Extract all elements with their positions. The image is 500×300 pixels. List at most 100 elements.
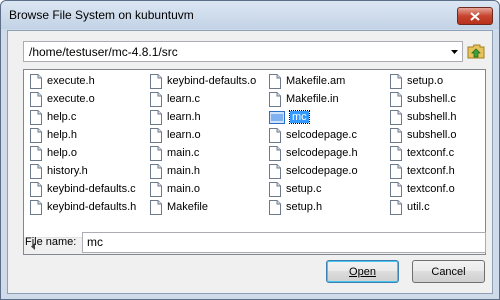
file-icon bbox=[390, 163, 402, 179]
file-name: main.c bbox=[167, 147, 200, 159]
file-item[interactable]: textconf.c bbox=[390, 144, 459, 162]
file-column: execute.h execute.o help.c help.h help.o hist… bbox=[30, 72, 138, 216]
window-title: Browse File System on kubuntuvm bbox=[9, 8, 194, 22]
file-item[interactable]: main.c bbox=[150, 144, 258, 162]
file-icon bbox=[269, 163, 281, 179]
file-name: keybind-defaults.c bbox=[47, 183, 136, 195]
file-item[interactable]: main.h bbox=[150, 162, 258, 180]
file-item[interactable]: Makefile bbox=[150, 198, 258, 216]
file-item-selected[interactable]: mc bbox=[269, 108, 360, 126]
file-icon bbox=[150, 73, 162, 89]
file-item[interactable]: help.h bbox=[30, 126, 138, 144]
file-item[interactable]: setup.h bbox=[269, 198, 360, 216]
file-item[interactable]: setup.o bbox=[390, 72, 459, 90]
file-item[interactable]: selcodepage.c bbox=[269, 126, 360, 144]
file-item[interactable]: subshell.o bbox=[390, 126, 459, 144]
file-name: subshell.h bbox=[407, 111, 457, 123]
file-name: execute.o bbox=[47, 93, 95, 105]
file-name: learn.c bbox=[167, 93, 201, 105]
file-name: execute.h bbox=[47, 75, 95, 87]
file-item[interactable]: help.o bbox=[30, 144, 138, 162]
file-item[interactable]: learn.o bbox=[150, 126, 258, 144]
close-button[interactable] bbox=[457, 7, 493, 25]
file-item[interactable]: learn.h bbox=[150, 108, 258, 126]
file-column: keybind-defaults.o learn.c learn.h learn.o m… bbox=[150, 72, 258, 216]
path-value: /home/testuser/mc-4.8.1/src bbox=[29, 44, 178, 59]
file-item[interactable]: execute.o bbox=[30, 90, 138, 108]
file-icon bbox=[269, 73, 281, 89]
file-item[interactable]: keybind-defaults.o bbox=[150, 72, 258, 90]
file-icon bbox=[30, 73, 42, 89]
file-name: setup.h bbox=[286, 201, 323, 213]
file-name: textconf.o bbox=[407, 183, 455, 195]
folder-icon bbox=[269, 110, 285, 124]
open-button-label: Open bbox=[349, 265, 376, 278]
file-icon bbox=[30, 127, 42, 143]
file-name: util.c bbox=[407, 201, 430, 213]
file-item[interactable]: Makefile.am bbox=[269, 72, 360, 90]
file-column: Makefile.am Makefile.in mc selcodepage.c sel… bbox=[269, 72, 360, 216]
filename-input[interactable]: mc bbox=[82, 232, 486, 253]
file-name: main.o bbox=[167, 183, 201, 195]
file-icon bbox=[390, 127, 402, 143]
file-name: learn.h bbox=[167, 111, 201, 123]
file-icon bbox=[150, 145, 162, 161]
file-item[interactable]: Makefile.in bbox=[269, 90, 360, 108]
file-icon bbox=[30, 181, 42, 197]
file-icon bbox=[390, 145, 402, 161]
file-item[interactable]: selcodepage.o bbox=[269, 162, 360, 180]
folder-up-button[interactable] bbox=[466, 40, 486, 62]
file-icon bbox=[30, 145, 42, 161]
filename-label: File name: bbox=[25, 236, 77, 248]
file-item[interactable]: selcodepage.h bbox=[269, 144, 360, 162]
title-bar[interactable]: Browse File System on kubuntuvm bbox=[1, 1, 499, 29]
file-item[interactable]: textconf.o bbox=[390, 180, 459, 198]
file-list[interactable]: execute.h execute.o help.c help.h help.o hist… bbox=[23, 69, 486, 255]
file-icon bbox=[390, 199, 402, 215]
file-icon bbox=[150, 127, 162, 143]
file-item[interactable]: util.c bbox=[390, 198, 459, 216]
file-icon bbox=[269, 199, 281, 215]
file-icon bbox=[390, 91, 402, 107]
file-name: Makefile.in bbox=[286, 93, 339, 105]
open-button[interactable]: Open bbox=[326, 260, 399, 283]
folder-up-icon bbox=[467, 44, 485, 59]
file-name: textconf.h bbox=[407, 165, 455, 177]
file-icon bbox=[390, 109, 402, 125]
cancel-button[interactable]: Cancel bbox=[412, 260, 485, 283]
file-name: help.c bbox=[47, 111, 77, 123]
file-name: help.o bbox=[47, 147, 77, 159]
file-item[interactable]: keybind-defaults.c bbox=[30, 180, 138, 198]
file-item[interactable]: keybind-defaults.h bbox=[30, 198, 138, 216]
file-item[interactable]: subshell.h bbox=[390, 108, 459, 126]
file-icon bbox=[150, 163, 162, 179]
file-icon bbox=[390, 181, 402, 197]
file-name: Makefile.am bbox=[286, 75, 346, 87]
file-item[interactable]: subshell.c bbox=[390, 90, 459, 108]
file-name: selcodepage.h bbox=[286, 147, 358, 159]
file-icon bbox=[150, 91, 162, 107]
file-icon bbox=[30, 199, 42, 215]
file-name: textconf.c bbox=[407, 147, 455, 159]
file-name: selcodepage.o bbox=[286, 165, 358, 177]
file-item[interactable]: textconf.h bbox=[390, 162, 459, 180]
file-name: history.h bbox=[47, 165, 88, 177]
file-item[interactable]: setup.c bbox=[269, 180, 360, 198]
file-icon bbox=[30, 91, 42, 107]
file-item[interactable]: history.h bbox=[30, 162, 138, 180]
chevron-down-icon[interactable] bbox=[446, 42, 462, 61]
file-name: selcodepage.c bbox=[286, 129, 357, 141]
file-name: mc bbox=[289, 110, 310, 124]
file-icon bbox=[269, 91, 281, 107]
file-icon bbox=[390, 73, 402, 89]
file-name: setup.c bbox=[286, 183, 322, 195]
file-item[interactable]: help.c bbox=[30, 108, 138, 126]
file-icon bbox=[150, 109, 162, 125]
dialog-body: /home/testuser/mc-4.8.1/src execute.h exe… bbox=[7, 30, 493, 294]
file-name: main.h bbox=[167, 165, 201, 177]
file-item[interactable]: execute.h bbox=[30, 72, 138, 90]
file-name: Makefile bbox=[167, 201, 208, 213]
path-combobox[interactable]: /home/testuser/mc-4.8.1/src bbox=[23, 41, 463, 62]
file-item[interactable]: learn.c bbox=[150, 90, 258, 108]
file-item[interactable]: main.o bbox=[150, 180, 258, 198]
